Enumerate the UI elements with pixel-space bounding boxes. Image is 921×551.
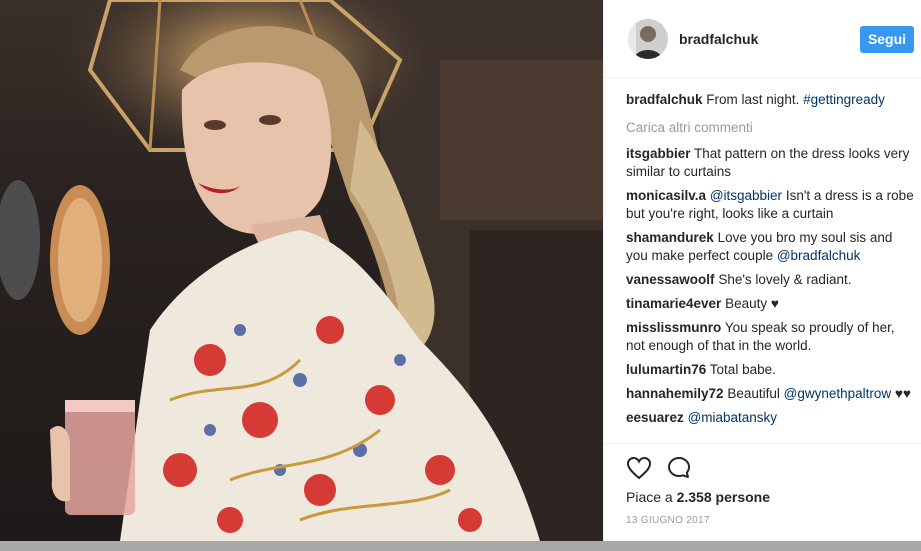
comment-username[interactable]: hannahemily72 bbox=[626, 386, 724, 401]
comment-mention[interactable]: @miabatansky bbox=[688, 410, 778, 425]
post-date[interactable]: 13 GIUGNO 2017 bbox=[626, 515, 710, 526]
post-username[interactable]: bradfalchuk bbox=[679, 31, 758, 47]
load-more-comments[interactable]: Carica altri commenti bbox=[626, 119, 916, 137]
bottom-strip bbox=[0, 541, 921, 551]
likes-number: 2.358 bbox=[676, 489, 712, 505]
caption-text: From last night. bbox=[706, 92, 804, 107]
comment-row: hannahemily72 Beautiful @gwynethpaltrow … bbox=[626, 385, 916, 403]
comment-row: itsgabbier That pattern on the dress loo… bbox=[626, 145, 916, 181]
comment-mention[interactable]: @itsgabbier bbox=[710, 188, 782, 203]
comment-bubble-icon[interactable] bbox=[667, 456, 691, 480]
comment-text: ♥♥ bbox=[891, 386, 911, 401]
post-header: bradfalchuk Segui bbox=[604, 0, 921, 78]
comment-username[interactable]: lulumartin76 bbox=[626, 362, 706, 377]
likes-count[interactable]: Piace a 2.358 persone bbox=[626, 489, 770, 505]
comment-row: lulumartin76 Total babe. bbox=[626, 361, 916, 379]
caption: bradfalchuk From last night. #gettingrea… bbox=[626, 91, 916, 109]
caption-hashtag[interactable]: #gettingready bbox=[803, 92, 885, 107]
comment-text: Beautiful bbox=[727, 386, 784, 401]
likes-suffix: persone bbox=[711, 489, 770, 505]
comment-text: Total babe. bbox=[709, 362, 776, 377]
comment-mention[interactable]: @bradfalchuk bbox=[777, 248, 861, 263]
comment-username[interactable]: vanessawoolf bbox=[626, 272, 715, 287]
avatar[interactable] bbox=[628, 19, 668, 59]
comment-text: She's lovely & radiant. bbox=[718, 272, 852, 287]
comment-row: tinamarie4ever Beauty ♥ bbox=[626, 295, 916, 313]
comment-username[interactable]: tinamarie4ever bbox=[626, 296, 721, 311]
comment-container: itsgabbier That pattern on the dress loo… bbox=[626, 145, 916, 427]
likes-prefix: Piace a bbox=[626, 489, 677, 505]
post-actions: Piace a 2.358 persone 13 GIUGNO 2017 bbox=[604, 443, 921, 541]
follow-button[interactable]: Segui bbox=[860, 26, 914, 53]
post-sidebar: bradfalchuk Segui bradfalchuk From last … bbox=[603, 0, 921, 541]
comment-text: Beauty ♥ bbox=[725, 296, 779, 311]
comment-username[interactable]: shamandurek bbox=[626, 230, 714, 245]
comment-mention[interactable]: @gwynethpaltrow bbox=[784, 386, 892, 401]
comment-row: misslissmunro You speak so proudly of he… bbox=[626, 319, 916, 355]
comments-list[interactable]: bradfalchuk From last night. #gettingrea… bbox=[626, 91, 916, 443]
post-photo[interactable] bbox=[0, 0, 603, 541]
heart-icon[interactable] bbox=[626, 456, 652, 480]
comment-username[interactable]: eesuarez bbox=[626, 410, 684, 425]
caption-username[interactable]: bradfalchuk bbox=[626, 92, 703, 107]
comment-row: monicasilv.a @itsgabbier Isn't a dress i… bbox=[626, 187, 916, 223]
comment-row: eesuarez @miabatansky bbox=[626, 409, 916, 427]
comment-username[interactable]: itsgabbier bbox=[626, 146, 691, 161]
comment-row: shamandurek Love you bro my soul sis and… bbox=[626, 229, 916, 265]
photo-illustration bbox=[0, 0, 603, 541]
comment-username[interactable]: misslissmunro bbox=[626, 320, 721, 335]
comment-row: vanessawoolf She's lovely & radiant. bbox=[626, 271, 916, 289]
comment-username[interactable]: monicasilv.a bbox=[626, 188, 706, 203]
